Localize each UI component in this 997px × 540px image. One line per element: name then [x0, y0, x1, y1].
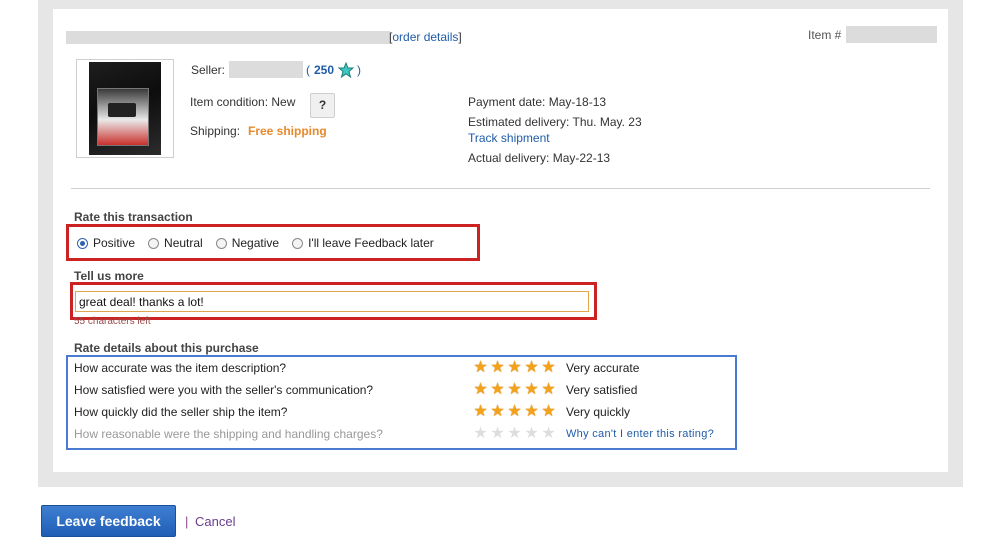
- star-rating[interactable]: ★ ★ ★ ★ ★: [472, 382, 557, 398]
- redacted-item-number: [846, 26, 937, 43]
- radio-leave-later[interactable]: I'll leave Feedback later: [292, 236, 434, 250]
- question-text: How quickly did the seller ship the item…: [74, 405, 288, 419]
- radio-neutral-circle[interactable]: [148, 237, 160, 249]
- star-icon[interactable]: ★: [540, 360, 557, 376]
- star-rating-disabled: ★ ★ ★ ★ ★: [472, 426, 557, 442]
- detail-row-communication: How satisfied were you with the seller's…: [74, 382, 734, 401]
- actual-delivery: Actual delivery: May-22-13: [468, 151, 611, 165]
- rating-label: Very satisfied: [566, 383, 638, 397]
- rating-label: Very accurate: [566, 361, 640, 375]
- detail-row-accuracy: How accurate was the item description? ★…: [74, 360, 734, 379]
- seller-label: Seller:: [191, 63, 226, 77]
- why-cant-rate-link[interactable]: Why can't I enter this rating?: [566, 428, 714, 440]
- star-icon[interactable]: ★: [523, 360, 540, 376]
- star-icon: ★: [541, 425, 556, 442]
- star-icon[interactable]: ★: [506, 382, 523, 398]
- star-icon[interactable]: ★: [489, 360, 506, 376]
- radio-negative-label: Negative: [231, 236, 280, 250]
- rating-radio-group: Positive Neutral Negative I'll leave Fee…: [77, 234, 434, 252]
- seller-score-link[interactable]: 250: [314, 63, 334, 77]
- star-icon[interactable]: ★: [523, 404, 540, 420]
- star-rating[interactable]: ★ ★ ★ ★ ★: [472, 360, 557, 376]
- leave-feedback-button[interactable]: Leave feedback: [41, 505, 176, 537]
- question-text: How satisfied were you with the seller's…: [74, 383, 374, 397]
- star-icon[interactable]: ★: [523, 382, 540, 398]
- characters-left-counter: 55 characters left: [74, 316, 151, 327]
- divider: [71, 188, 930, 189]
- feedback-comment-input[interactable]: [75, 291, 589, 312]
- star-icon[interactable]: ★: [506, 404, 523, 420]
- radio-negative[interactable]: Negative: [215, 236, 280, 250]
- paren-open: (: [306, 63, 310, 77]
- paren-close: ): [357, 63, 362, 77]
- item-thumbnail[interactable]: [76, 59, 174, 158]
- radio-neutral[interactable]: Neutral: [148, 236, 203, 250]
- radio-neutral-label: Neutral: [164, 236, 203, 250]
- star-icon: ★: [507, 425, 522, 442]
- track-shipment-link[interactable]: Track shipment: [468, 131, 550, 145]
- payment-date: Payment date: May-18-13: [468, 95, 607, 109]
- radio-leave-later-label: I'll leave Feedback later: [308, 236, 434, 250]
- star-icon[interactable]: ★: [540, 382, 557, 398]
- question-text: How reasonable were the shipping and han…: [74, 427, 383, 441]
- star-icon[interactable]: ★: [472, 360, 489, 376]
- tell-us-more-title: Tell us more: [74, 269, 144, 283]
- star-icon[interactable]: ★: [540, 404, 557, 420]
- item-condition: Item condition: New: [190, 95, 296, 109]
- rate-transaction-title: Rate this transaction: [74, 210, 193, 224]
- shipping-label: Shipping:: [190, 124, 241, 138]
- star-icon[interactable]: ★: [489, 382, 506, 398]
- product-box-image: [97, 88, 149, 146]
- seller-score: ( 250 ): [306, 62, 361, 78]
- radio-positive[interactable]: Positive: [77, 236, 135, 250]
- radio-positive-label: Positive: [93, 236, 136, 250]
- star-icon[interactable]: ★: [506, 360, 523, 376]
- item-photo: [89, 62, 161, 155]
- bracket-close: ]: [458, 30, 462, 44]
- star-rating[interactable]: ★ ★ ★ ★ ★: [472, 404, 557, 420]
- cancel-link[interactable]: Cancel: [195, 514, 235, 529]
- radio-positive-circle[interactable]: [77, 237, 88, 249]
- condition-help-button[interactable]: ?: [310, 93, 335, 118]
- redacted-seller-name: [229, 61, 303, 78]
- detail-row-shipping-charges: How reasonable were the shipping and han…: [74, 426, 734, 445]
- detail-row-shipping-time: How quickly did the seller ship the item…: [74, 404, 734, 423]
- star-icon: ★: [473, 425, 488, 442]
- star-icon[interactable]: ★: [489, 404, 506, 420]
- estimated-delivery: Estimated delivery: Thu. May. 23: [468, 115, 642, 129]
- item-number-label: Item #: [808, 28, 842, 42]
- star-icon[interactable]: ★: [472, 382, 489, 398]
- order-details-link[interactable]: order details: [392, 30, 458, 44]
- teal-star-icon: [338, 62, 355, 78]
- radio-negative-circle[interactable]: [215, 237, 227, 249]
- rate-details-title: Rate details about this purchase: [74, 341, 259, 355]
- shipping-value: Free shipping: [248, 124, 327, 138]
- star-icon: ★: [524, 425, 539, 442]
- order-details: [order details]: [389, 30, 462, 44]
- action-separator: |: [185, 514, 189, 529]
- star-icon: ★: [490, 425, 505, 442]
- star-icon[interactable]: ★: [472, 404, 489, 420]
- redacted-item-title: [66, 31, 390, 44]
- question-text: How accurate was the item description?: [74, 361, 287, 375]
- rating-label: Very quickly: [566, 405, 631, 419]
- radio-leave-later-circle[interactable]: [292, 237, 304, 249]
